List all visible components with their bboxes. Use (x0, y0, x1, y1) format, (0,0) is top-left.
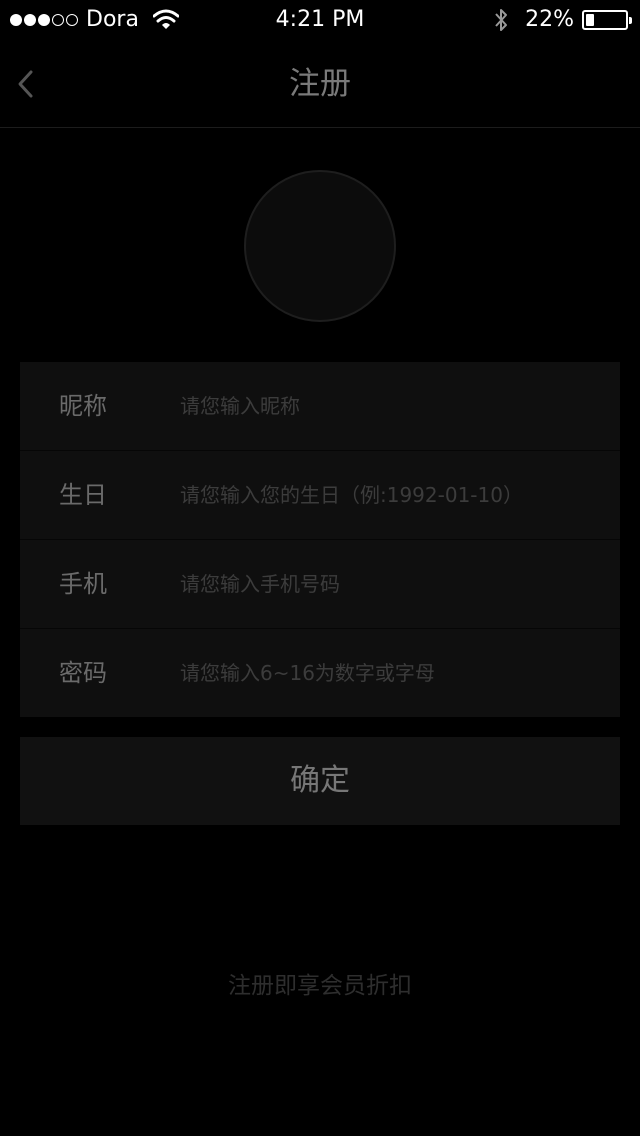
avatar-upload[interactable] (244, 170, 396, 322)
nav-bar: 注册 (0, 40, 640, 128)
battery-cap (629, 17, 632, 24)
status-bar: Dora 4:21 PM 22% (0, 0, 640, 40)
phone-input[interactable] (180, 562, 600, 606)
password-label: 密码 (59, 659, 107, 687)
battery-level (586, 14, 594, 26)
password-row: 密码 (20, 629, 620, 717)
nickname-input[interactable] (180, 384, 600, 428)
birthday-row: 生日 (20, 451, 620, 540)
status-right: 22% (493, 7, 632, 33)
birthday-input[interactable] (180, 473, 600, 517)
password-input[interactable] (180, 651, 600, 695)
battery-percent: 22% (525, 7, 574, 32)
phone-row: 手机 (20, 540, 620, 629)
nickname-label: 昵称 (59, 392, 107, 420)
register-screen: Dora 4:21 PM 22% 注册 昵称 请您输入昵称 生日 请您输入您的生… (0, 0, 640, 1136)
nickname-row: 昵称 (20, 362, 620, 451)
page-title: 注册 (289, 66, 351, 102)
confirm-button[interactable]: 确定 (20, 737, 620, 825)
bluetooth-icon (495, 9, 508, 31)
member-discount-note: 注册即享会员折扣 (228, 973, 412, 999)
phone-label: 手机 (59, 570, 107, 598)
register-form: 昵称 生日 手机 密码 (20, 362, 620, 717)
birthday-label: 生日 (59, 481, 107, 509)
battery-icon (582, 10, 632, 30)
